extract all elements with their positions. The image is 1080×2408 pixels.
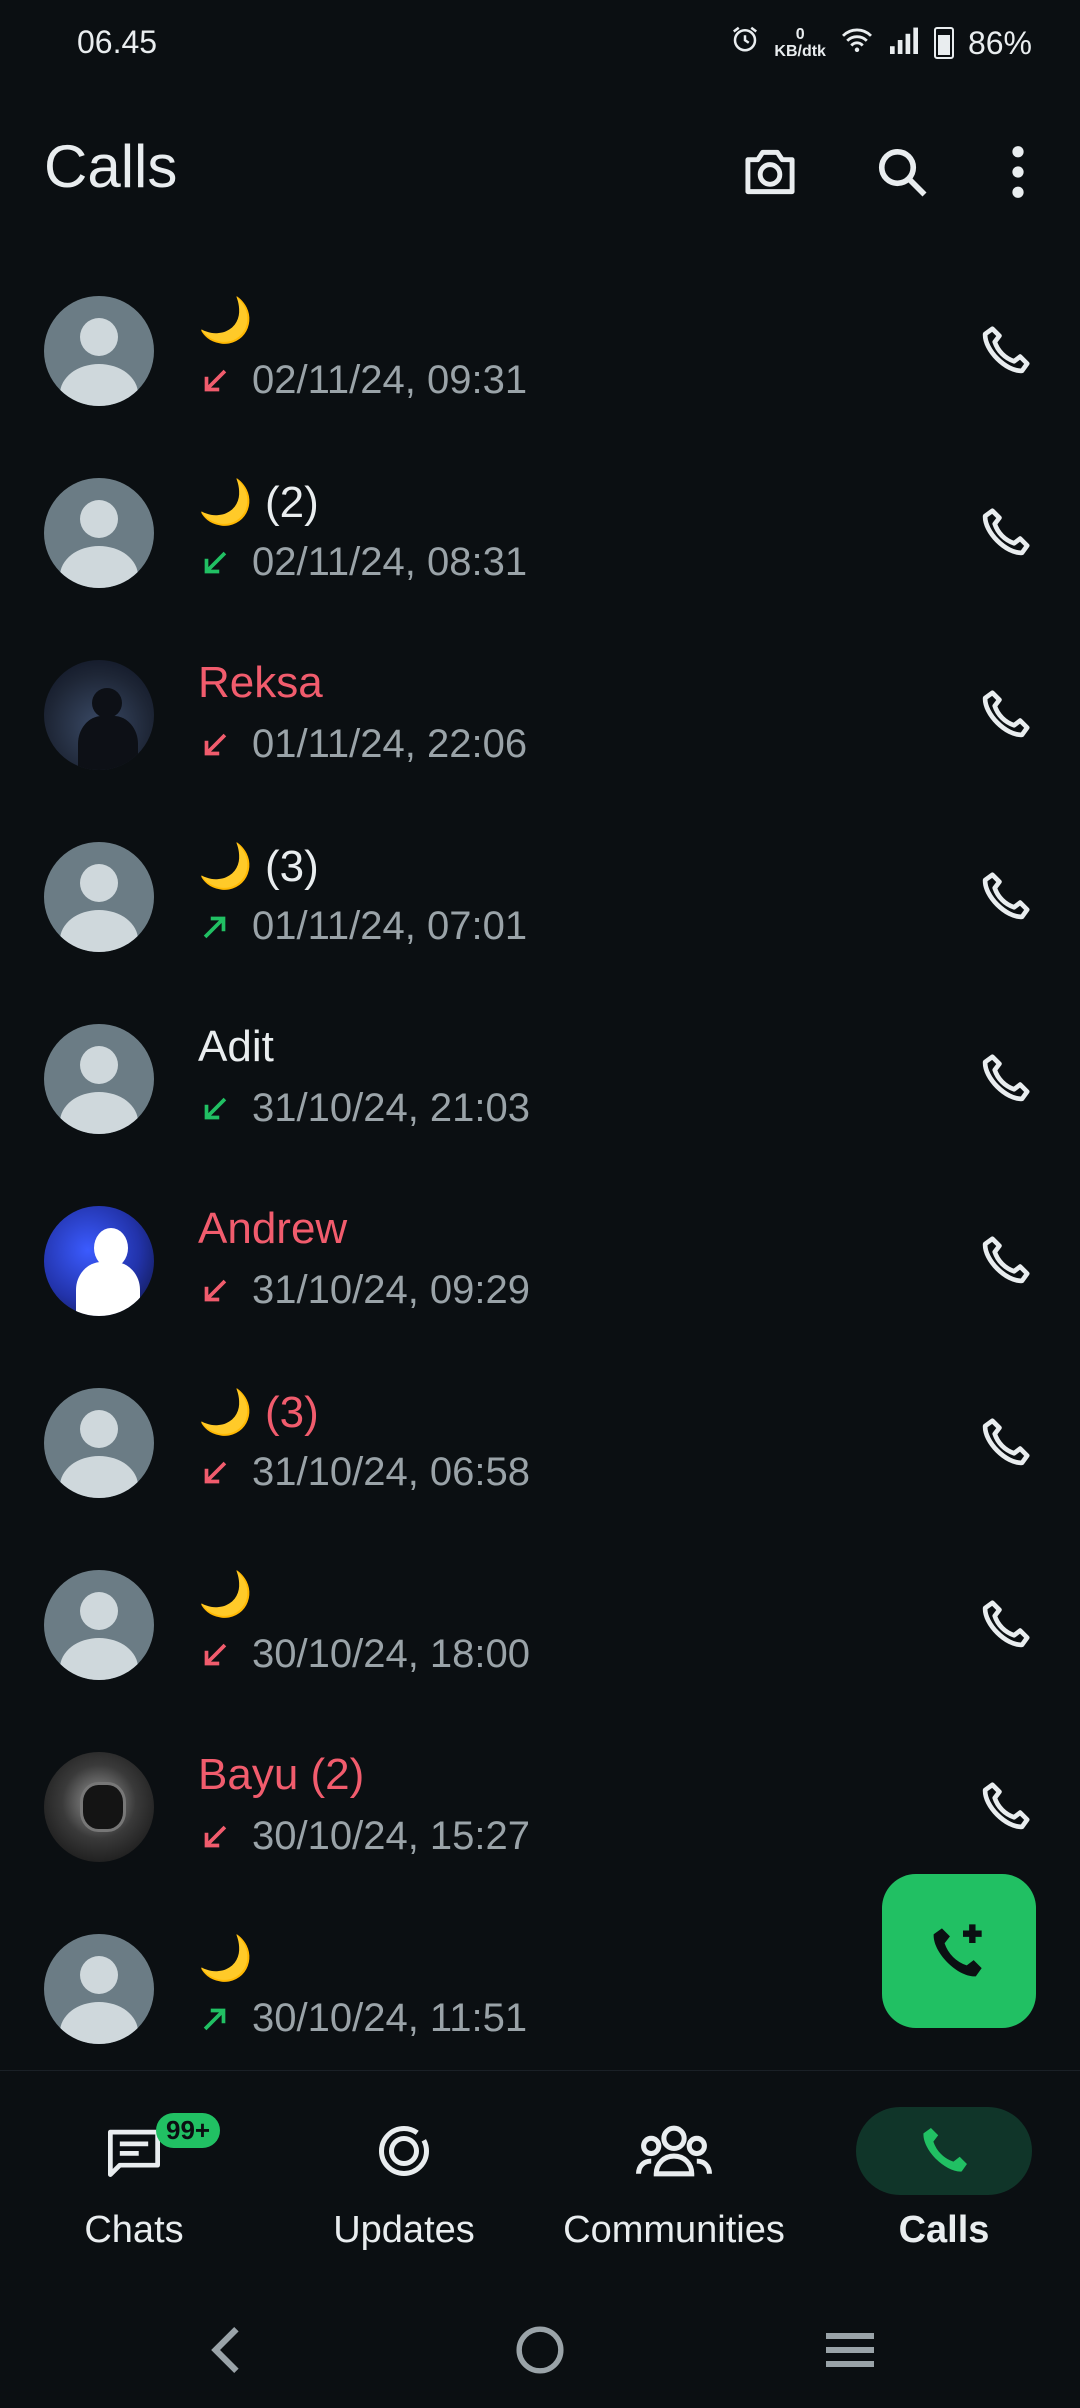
call-name: Adit xyxy=(198,1022,274,1071)
updates-icon xyxy=(379,2126,429,2176)
unread-badge: 99+ xyxy=(156,2113,221,2148)
call-time: 31/10/24, 21:03 xyxy=(252,1086,531,1130)
voice-call-button[interactable] xyxy=(970,680,1040,750)
outgoing-call-arrow-icon xyxy=(203,916,226,938)
calls-icon xyxy=(923,2128,967,2172)
status-icons: 0 KB/dtk 86% xyxy=(730,24,1032,62)
missed-call-arrow-icon xyxy=(204,1825,227,1847)
call-name: 🌙 (3) xyxy=(198,842,319,891)
avatar[interactable] xyxy=(44,1206,154,1316)
communities-icon xyxy=(636,2125,712,2177)
voice-call-button[interactable] xyxy=(970,1408,1040,1478)
nav-updates[interactable]: Updates xyxy=(294,2107,514,2252)
avatar[interactable] xyxy=(44,1570,154,1680)
nav-communities[interactable]: Communities xyxy=(563,2107,785,2252)
voice-call-button[interactable] xyxy=(970,316,1040,386)
nav-calls-icon-wrap[interactable] xyxy=(856,2107,1032,2195)
wifi-icon xyxy=(840,25,874,62)
call-row[interactable]: 🌙 (3) 31/10/24, 06:58 xyxy=(0,1372,1080,1554)
missed-call-arrow-icon xyxy=(204,733,227,755)
nav-updates-icon-wrap[interactable] xyxy=(316,2107,492,2195)
avatar[interactable] xyxy=(44,842,154,952)
call-name: Bayu (2) xyxy=(198,1750,365,1799)
nav-chats[interactable]: 99+ Chats xyxy=(24,2107,244,2252)
call-row[interactable]: 🌙 (3) 01/11/24, 07:01 xyxy=(0,826,1080,1008)
avatar[interactable] xyxy=(44,296,154,406)
battery-icon xyxy=(933,27,954,59)
call-name: Reksa xyxy=(198,658,323,707)
call-row[interactable]: Andrew 31/10/24, 09:29 xyxy=(0,1190,1080,1372)
incoming-call-arrow-icon xyxy=(204,551,227,573)
call-time: 02/11/24, 08:31 xyxy=(252,540,528,584)
page-title: Calls xyxy=(44,133,178,200)
call-row[interactable]: Adit 31/10/24, 21:03 xyxy=(0,1008,1080,1190)
voice-call-button[interactable] xyxy=(970,862,1040,932)
call-name: Andrew xyxy=(198,1204,348,1253)
battery-level: 86% xyxy=(967,24,1032,61)
network-speed-unit: KB/dtk xyxy=(774,43,826,60)
camera-icon[interactable] xyxy=(730,132,810,212)
call-time: 31/10/24, 09:29 xyxy=(252,1268,531,1312)
call-list: 🌙 02/11/24, 09:31 🌙 (2) 02/11/24, 08:31 … xyxy=(0,280,1080,2100)
call-time: 30/10/24, 18:00 xyxy=(252,1632,531,1676)
voice-call-button[interactable] xyxy=(970,1772,1040,1842)
call-time: 02/11/24, 09:31 xyxy=(252,358,528,402)
alarm-icon xyxy=(730,24,760,62)
avatar[interactable] xyxy=(44,1752,154,1862)
voice-call-button[interactable] xyxy=(970,1590,1040,1660)
network-speed-value: 0 xyxy=(795,26,805,43)
voice-call-button[interactable] xyxy=(970,1044,1040,1114)
call-row[interactable]: 🌙 30/10/24, 18:00 xyxy=(0,1554,1080,1736)
recents-icon[interactable] xyxy=(820,2320,880,2380)
voice-call-button[interactable] xyxy=(970,498,1040,568)
status-bar: 06.45 0 KB/dtk 86% xyxy=(0,0,1080,90)
missed-call-arrow-icon xyxy=(204,1461,227,1483)
signal-icon xyxy=(888,25,920,62)
avatar[interactable] xyxy=(44,660,154,770)
nav-chats-label: Chats xyxy=(84,2209,184,2251)
avatar[interactable] xyxy=(44,1388,154,1498)
missed-call-arrow-icon xyxy=(204,1643,227,1665)
call-time: 31/10/24, 06:58 xyxy=(252,1450,531,1494)
more-vert-icon[interactable] xyxy=(978,132,1058,212)
outgoing-call-arrow-icon xyxy=(203,2008,226,2030)
missed-call-arrow-icon xyxy=(204,369,227,391)
new-call-button[interactable] xyxy=(882,1874,1036,2028)
nav-communities-label: Communities xyxy=(563,2209,785,2251)
avatar[interactable] xyxy=(44,1934,154,2044)
missed-call-arrow-icon xyxy=(204,1279,227,1301)
chats-icon xyxy=(108,2129,160,2177)
call-time: 01/11/24, 07:01 xyxy=(252,904,528,948)
search-icon[interactable] xyxy=(862,132,942,212)
incoming-call-arrow-icon xyxy=(204,1097,227,1119)
call-time: 01/11/24, 22:06 xyxy=(252,722,528,766)
avatar[interactable] xyxy=(44,478,154,588)
call-time: 30/10/24, 15:27 xyxy=(252,1814,531,1858)
voice-call-button[interactable] xyxy=(970,1226,1040,1296)
avatar[interactable] xyxy=(44,1024,154,1134)
nav-calls-label: Calls xyxy=(898,2209,990,2251)
back-icon[interactable] xyxy=(196,2320,256,2380)
system-nav-bar xyxy=(0,2290,1080,2408)
call-name: 🌙 xyxy=(198,296,253,345)
call-name: 🌙 xyxy=(198,1934,253,1983)
network-speed: 0 KB/dtk xyxy=(774,26,826,60)
call-name: 🌙 (3) xyxy=(198,1388,319,1437)
call-row[interactable]: 🌙 02/11/24, 09:31 xyxy=(0,280,1080,462)
add-call-icon xyxy=(933,1924,982,1977)
call-row[interactable]: 🌙 (2) 02/11/24, 08:31 xyxy=(0,462,1080,644)
call-time: 30/10/24, 11:51 xyxy=(252,1996,528,2040)
call-name: 🌙 (2) xyxy=(198,478,319,527)
nav-chats-icon-wrap[interactable]: 99+ xyxy=(46,2107,222,2195)
call-name: 🌙 xyxy=(198,1570,253,1619)
call-row[interactable]: Reksa 01/11/24, 22:06 xyxy=(0,644,1080,826)
status-time: 06.45 xyxy=(77,24,158,60)
nav-updates-label: Updates xyxy=(333,2209,475,2251)
app-header: Calls xyxy=(0,100,1080,240)
bottom-nav: 99+ Chats Updates Communities Calls xyxy=(0,2070,1080,2271)
home-icon[interactable] xyxy=(510,2320,570,2380)
nav-communities-icon-wrap[interactable] xyxy=(586,2107,762,2195)
nav-calls[interactable]: Calls xyxy=(834,2107,1054,2252)
